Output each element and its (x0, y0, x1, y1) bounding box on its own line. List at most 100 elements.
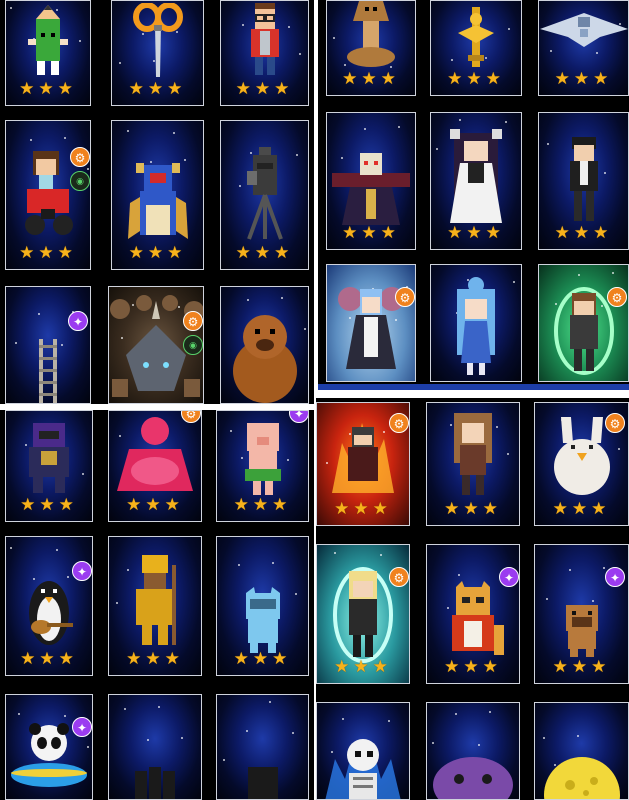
card-blue-cat-snorkel[interactable]: ★★★ (216, 536, 309, 676)
background-star-icon (513, 281, 515, 283)
background-star-icon (478, 744, 480, 746)
card-green-aura-fighter[interactable]: ⚙ (538, 264, 629, 382)
upgrade-badge-icon: ⚙ (183, 311, 203, 331)
background-star-icon (436, 148, 438, 150)
card-dark-hair-head[interactable] (216, 694, 309, 800)
background-star-icon (333, 37, 335, 39)
background-star-icon (508, 28, 510, 30)
film-camera-icon (246, 147, 283, 240)
card-blue-dragon[interactable]: ★★★ (111, 120, 204, 270)
card-tiger-cat[interactable]: ✦ ★★★ (426, 544, 520, 684)
star-rating: ★★★ (334, 657, 392, 677)
black-haired-boy-icon (569, 137, 598, 221)
dark-hair-head-icon (247, 767, 278, 799)
background-star-icon (292, 732, 294, 734)
yellow-moon-icon (543, 757, 620, 799)
card-raccoon-girl[interactable]: ★★★ (426, 402, 520, 526)
nerd-character-icon (250, 3, 279, 75)
background-star-icon (451, 59, 453, 61)
background-star-icon (124, 708, 126, 710)
sparkle-badge-icon: ✦ (68, 311, 88, 331)
card-golden-totem[interactable]: ★★★ (430, 0, 522, 96)
star-rating: ★★★ (342, 223, 400, 243)
pencil-character-icon (28, 5, 68, 75)
star-rating: ★★★ (447, 69, 505, 89)
card-dark-haired-girl[interactable]: ★★★ (430, 112, 522, 250)
card-dark-hair-heads[interactable] (108, 694, 202, 800)
quadrant-top-right: ★★★ ★★★ ★★★ ★★★ ★★★ ★★★ ⚙ ⚙ (318, 0, 629, 390)
card-white-bird-bunny[interactable]: ⚙ ★★★ (534, 402, 629, 526)
card-golden-warrior[interactable]: ★★★ (108, 536, 202, 676)
golden-warrior-icon (136, 555, 176, 645)
background-star-icon (64, 715, 66, 717)
blue-cat-snorkel-icon (245, 587, 280, 653)
background-star-icon (304, 328, 306, 330)
card-maid-girl[interactable]: ⚙ (326, 264, 416, 382)
card-pig-hula[interactable]: ✦ ★★★ (216, 410, 309, 522)
card-film-camera[interactable]: ★★★ (220, 120, 309, 270)
background-star-icon (603, 567, 605, 569)
background-star-icon (432, 742, 434, 744)
background-star-icon (223, 759, 225, 761)
card-scissors[interactable]: ★★★ (111, 0, 204, 106)
card-fire-warrior[interactable]: ⚙ ★★★ (316, 402, 410, 526)
background-star-icon (334, 552, 336, 554)
card-purple-octopus[interactable] (426, 702, 520, 800)
card-nerd[interactable]: ★★★ (220, 0, 309, 106)
card-manta-ship[interactable]: ★★★ (538, 0, 629, 96)
card-skeleton-overlord[interactable]: ★★★ (326, 112, 416, 250)
background-star-icon (364, 128, 366, 130)
background-star-icon (56, 549, 58, 551)
background-star-icon (380, 554, 382, 556)
card-pencil[interactable]: ★★★ (5, 0, 91, 106)
card-pink-buddha[interactable]: ⚙ ★★★ (108, 410, 202, 522)
background-star-icon (342, 718, 344, 720)
star-rating: ★★★ (444, 657, 502, 677)
background-star-icon (578, 274, 580, 276)
upgrade-badge-icon: ⚙ (389, 413, 409, 433)
card-cobra[interactable]: ★★★ (326, 0, 416, 96)
star-rating: ★★★ (126, 495, 184, 515)
card-rhino-beast[interactable]: ⚙ ◉ (108, 286, 204, 404)
mini-badge-icon: ◉ (70, 171, 90, 191)
card-panda-float[interactable]: ✦ (5, 694, 93, 800)
card-blue-haired-girl[interactable] (430, 264, 522, 382)
background-star-icon (119, 62, 121, 64)
card-yellow-moon[interactable] (534, 702, 629, 800)
card-brown-pug[interactable]: ✦ ★★★ (534, 544, 629, 684)
background-star-icon (295, 593, 297, 595)
bottom-strip (318, 384, 629, 390)
background-star-icon (505, 121, 507, 123)
star-rating: ★★★ (342, 69, 400, 89)
card-black-haired-boy[interactable]: ★★★ (538, 112, 629, 250)
tiger-cat-icon (452, 581, 504, 655)
upgrade-badge-icon: ⚙ (70, 147, 90, 167)
background-star-icon (10, 547, 12, 549)
background-star-icon (147, 739, 149, 741)
card-girl-motorbike[interactable]: ⚙ ◉ ★★★ (5, 120, 91, 270)
card-mole[interactable] (220, 286, 309, 404)
background-star-icon (507, 453, 509, 455)
star-rating: ★★★ (233, 649, 292, 669)
card-blonde-aura-fighter[interactable]: ⚙ ★★★ (316, 544, 410, 684)
upgrade-badge-icon: ⚙ (607, 287, 627, 307)
background-star-icon (10, 7, 12, 9)
card-skeleton-blue-flame[interactable] (316, 702, 410, 800)
background-star-icon (116, 602, 118, 604)
star-rating: ★★★ (554, 223, 613, 243)
star-rating: ★★★ (235, 79, 294, 99)
card-purple-robot[interactable]: ★★★ (5, 410, 93, 522)
star-rating: ★★★ (20, 495, 78, 515)
dark-hair-heads-icon (135, 767, 175, 799)
background-star-icon (455, 713, 457, 715)
sparkle-badge-icon: ✦ (72, 561, 92, 581)
fire-warrior-icon (332, 423, 394, 493)
card-ladder[interactable]: ✦ (5, 286, 91, 404)
background-star-icon (489, 711, 491, 713)
penguin-ukulele-icon (29, 581, 73, 645)
background-star-icon (299, 53, 301, 55)
skeleton-overlord-icon (332, 153, 410, 225)
blue-haired-girl-icon (457, 277, 495, 375)
card-penguin-ukulele[interactable]: ✦ ★★★ (5, 536, 93, 676)
scissors-icon (132, 3, 183, 77)
